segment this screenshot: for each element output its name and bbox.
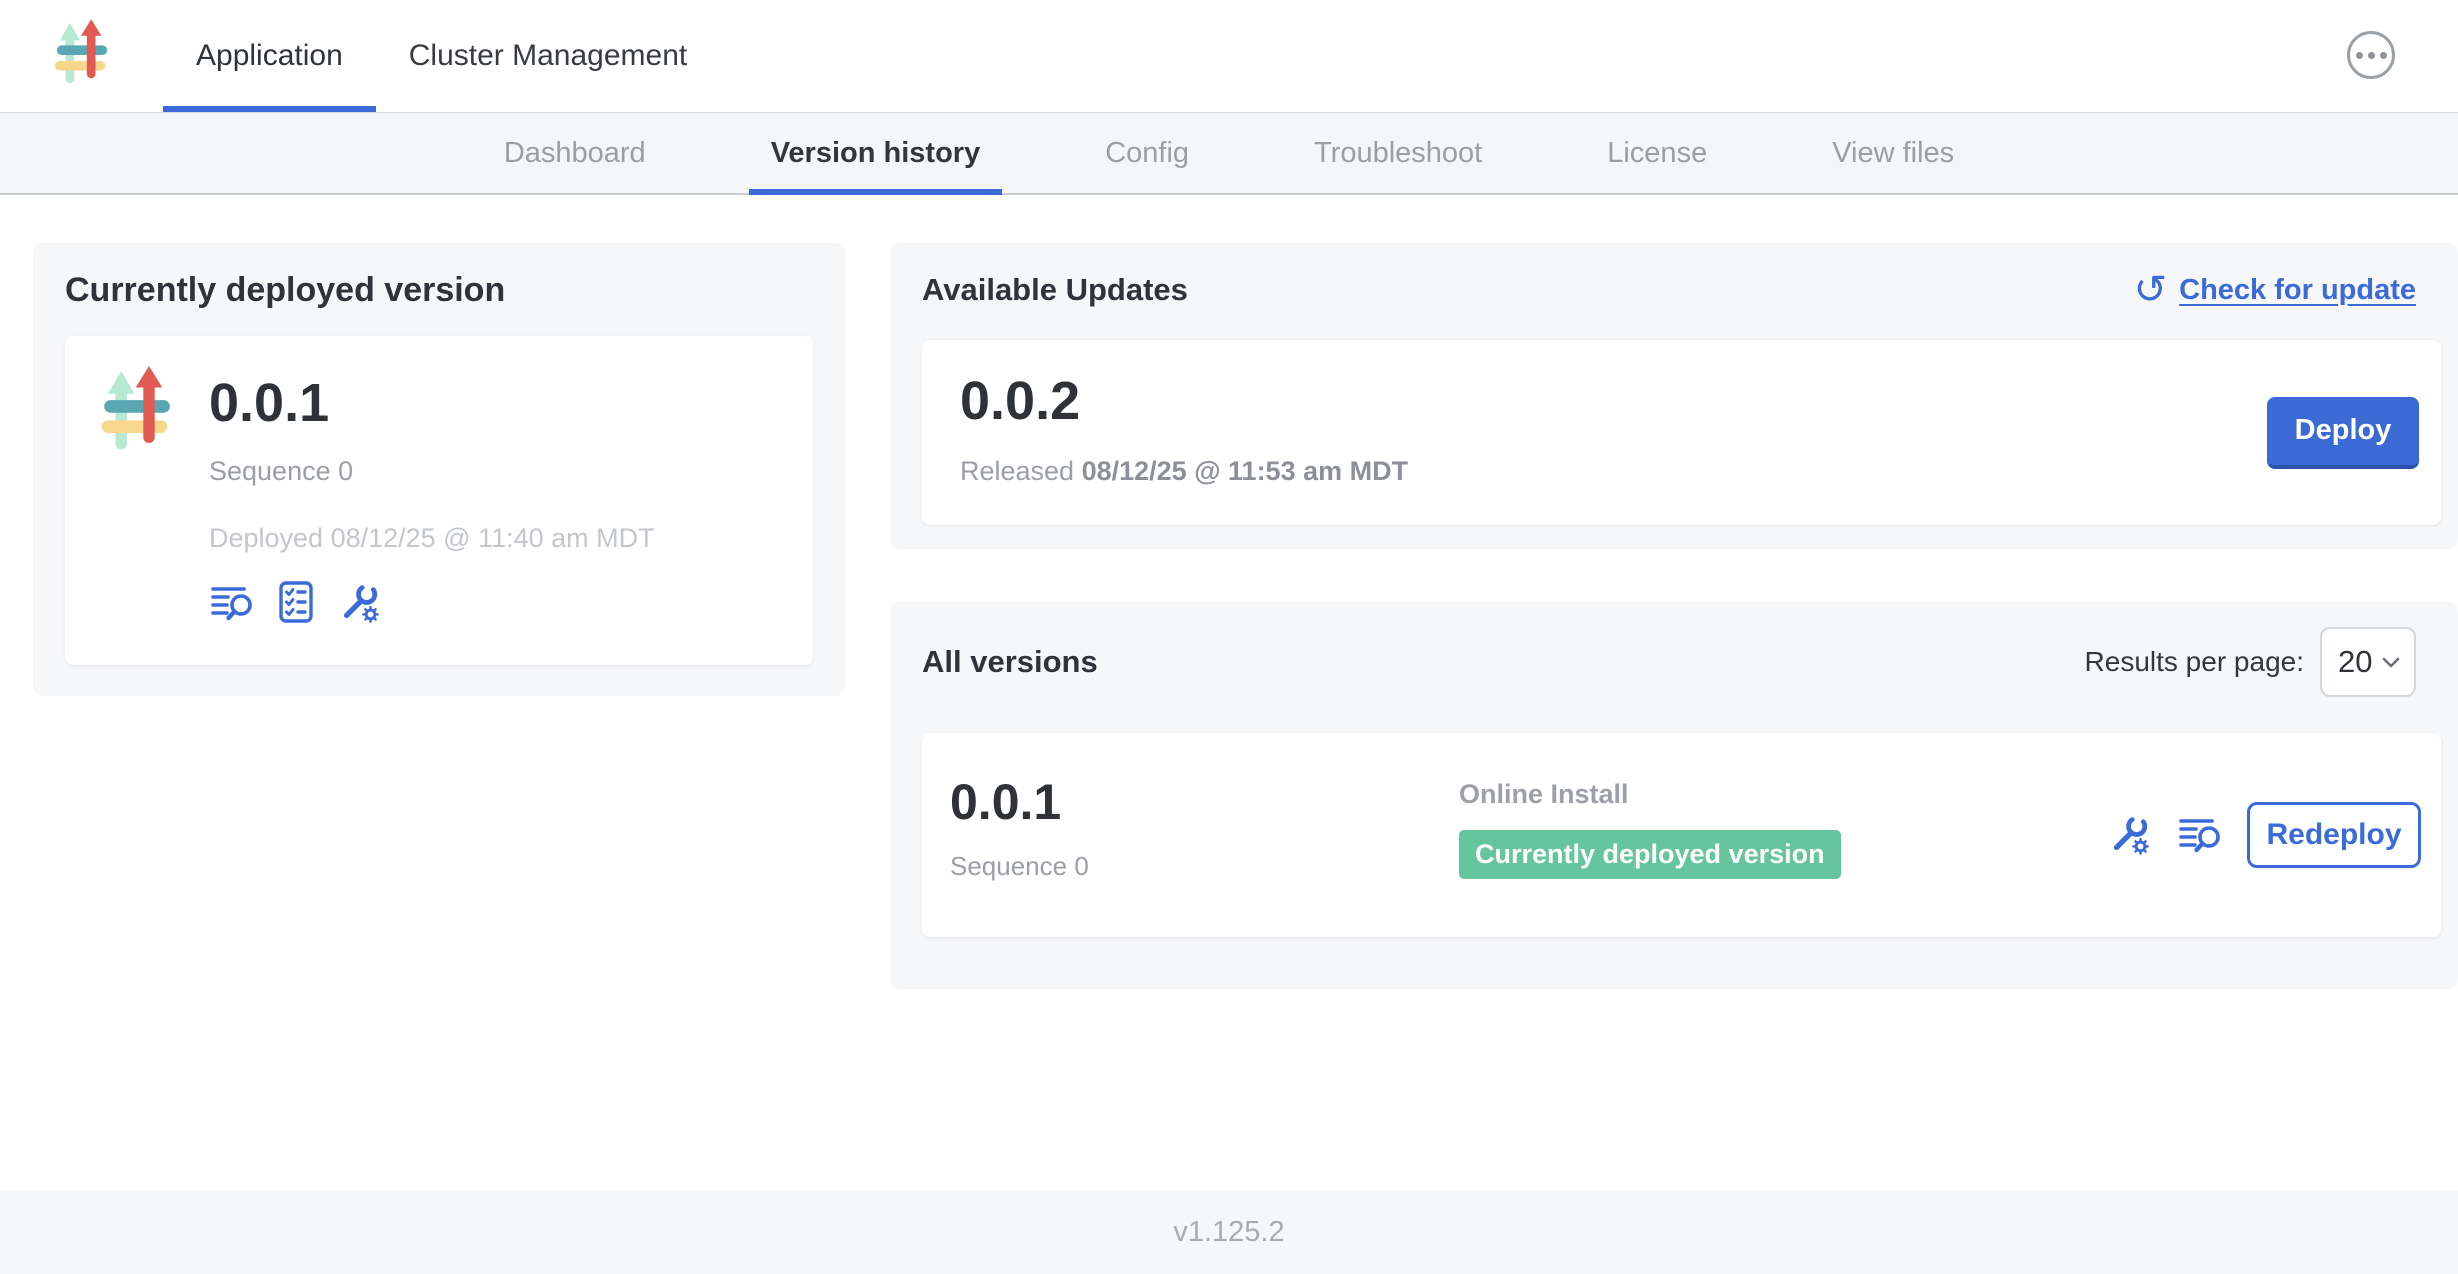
check-for-update-link[interactable]: ↺ Check for update xyxy=(2134,270,2416,310)
subnav-license[interactable]: License xyxy=(1585,113,1729,193)
app-logo xyxy=(0,0,163,112)
edit-config-icon[interactable] xyxy=(2107,812,2153,858)
menu-dot xyxy=(2368,52,2375,59)
top-navbar: Application Cluster Management xyxy=(0,0,2458,113)
subnav-dashboard[interactable]: Dashboard xyxy=(482,113,668,193)
menu-dot xyxy=(2356,52,2363,59)
row-actions: Redeploy xyxy=(2107,733,2441,937)
tab-application-label: Application xyxy=(196,39,343,73)
subnav-config[interactable]: Config xyxy=(1083,113,1211,193)
app-logo-icon xyxy=(95,366,179,462)
console-version: v1.125.2 xyxy=(1173,1216,1284,1249)
results-per-page-value: 20 xyxy=(2338,644,2372,680)
results-per-page-select[interactable]: 20 xyxy=(2320,627,2416,697)
row-install-type: Online Install xyxy=(1459,779,2107,810)
results-per-page: Results per page: 20 xyxy=(2085,627,2416,697)
available-update-card: 0.0.2 Released 08/12/25 @ 11:53 am MDT D… xyxy=(922,340,2441,525)
deploy-button[interactable]: Deploy xyxy=(2267,397,2419,469)
available-updates-title: Available Updates xyxy=(922,272,1188,308)
all-versions-section: All versions Results per page: 20 0.0.1 … xyxy=(890,602,2458,989)
edit-config-icon[interactable] xyxy=(337,580,383,626)
subnav-version-history-label: Version history xyxy=(771,137,981,170)
update-released-timestamp: Released 08/12/25 @ 11:53 am MDT xyxy=(960,456,2421,487)
subnav-version-history[interactable]: Version history xyxy=(749,113,1003,193)
deployed-timestamp: Deployed 08/12/25 @ 11:40 am MDT xyxy=(209,523,655,554)
tab-cluster-management[interactable]: Cluster Management xyxy=(376,0,720,112)
app-logo-icon xyxy=(53,18,111,94)
refresh-icon: ↺ xyxy=(2134,270,2168,310)
subnav-troubleshoot[interactable]: Troubleshoot xyxy=(1292,113,1504,193)
subnav-troubleshoot-label: Troubleshoot xyxy=(1314,137,1482,170)
update-version-number: 0.0.2 xyxy=(960,370,2421,432)
app-subnav: Dashboard Version history Config Trouble… xyxy=(0,113,2458,195)
row-version-number: 0.0.1 xyxy=(950,773,1459,831)
tab-application[interactable]: Application xyxy=(163,0,376,112)
deploy-logs-icon[interactable] xyxy=(209,580,255,626)
currently-deployed-title: Currently deployed version xyxy=(65,271,813,310)
released-label: Released xyxy=(960,456,1074,486)
all-versions-title: All versions xyxy=(922,644,1098,680)
subnav-view-files-label: View files xyxy=(1832,137,1954,170)
version-history-page: Currently deployed version 0.0.1 Sequenc… xyxy=(0,195,2458,989)
results-per-page-label: Results per page: xyxy=(2085,646,2304,678)
subnav-view-files[interactable]: View files xyxy=(1810,113,1976,193)
preflight-checks-icon[interactable] xyxy=(273,580,319,626)
deploy-logs-icon[interactable] xyxy=(2177,812,2223,858)
subnav-config-label: Config xyxy=(1105,137,1189,170)
deployed-version-number: 0.0.1 xyxy=(209,372,655,434)
deployed-version-card: 0.0.1 Sequence 0 Deployed 08/12/25 @ 11:… xyxy=(65,336,813,665)
released-date: 08/12/25 @ 11:53 am MDT xyxy=(1082,456,1409,486)
admin-console-footer: v1.125.2 xyxy=(0,1191,2458,1274)
currently-deployed-badge: Currently deployed version xyxy=(1459,830,1841,879)
menu-dot xyxy=(2380,52,2387,59)
subnav-dashboard-label: Dashboard xyxy=(504,137,646,170)
deployed-actions xyxy=(209,580,655,626)
primary-tabs: Application Cluster Management xyxy=(163,0,720,112)
available-updates-section: Available Updates ↺ Check for update 0.0… xyxy=(890,243,2458,549)
version-row: 0.0.1 Sequence 0 Online Install Currentl… xyxy=(922,733,2441,937)
chevron-down-icon xyxy=(2382,657,2400,668)
tab-cluster-management-label: Cluster Management xyxy=(409,39,687,73)
redeploy-button[interactable]: Redeploy xyxy=(2247,802,2421,868)
row-sequence: Sequence 0 xyxy=(950,851,1459,882)
subnav-license-label: License xyxy=(1607,137,1707,170)
check-for-update-label: Check for update xyxy=(2179,274,2416,307)
ellipsis-menu-icon[interactable] xyxy=(2347,31,2395,79)
currently-deployed-section: Currently deployed version 0.0.1 Sequenc… xyxy=(33,243,845,696)
deployed-sequence: Sequence 0 xyxy=(209,456,655,487)
